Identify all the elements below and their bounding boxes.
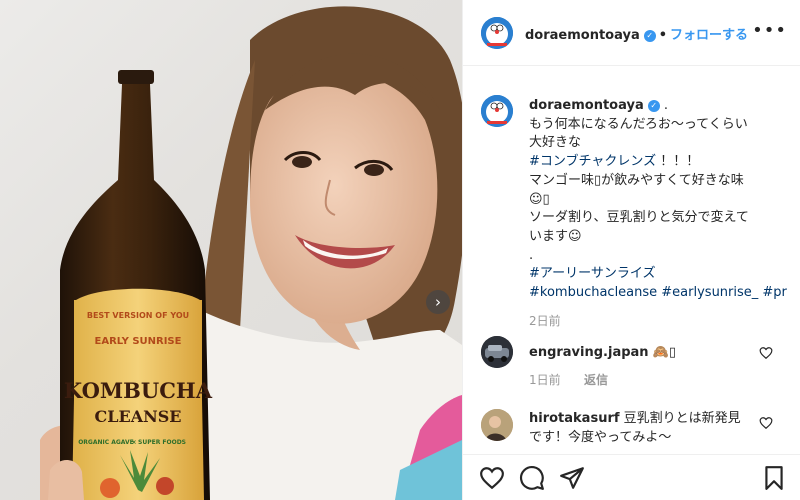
doraemon-avatar-icon xyxy=(481,95,513,127)
post-side-panel: doraemontoaya ✓ • フォローする ••• doraemontoaya ✓… xyxy=(462,0,800,500)
post-photo[interactable]: BEST VERSION OF YOU EARLY SUNRISE KOMBUC… xyxy=(0,0,462,500)
heart-icon[interactable] xyxy=(479,465,505,491)
hashtag-link[interactable]: #kombuchacleanse #earlysunrise_ #pr xyxy=(529,284,791,303)
follow-button[interactable]: フォローする xyxy=(670,28,748,43)
bottle-brand: EARLY SUNRISE xyxy=(95,336,182,347)
comment-text: です！今度やってみよ〜 xyxy=(529,430,672,445)
caption-line: もう何本になるんだろお〜ってくらい xyxy=(529,116,748,132)
more-options-icon[interactable]: ••• xyxy=(752,20,787,41)
bottle-sub-2: SUPER FOODS xyxy=(138,439,186,446)
instagram-post: BEST VERSION OF YOU EARLY SUNRISE KOMBUC… xyxy=(0,0,800,500)
header-username[interactable]: doraemontoaya xyxy=(525,28,640,43)
bottle-sub-1: ORGANIC AGAVE xyxy=(78,439,134,446)
caption-line: ソーダ割り、豆乳割りと気分で変えて xyxy=(529,210,749,226)
share-icon[interactable] xyxy=(559,465,585,491)
separator-dot: • xyxy=(658,28,668,43)
caption-line: 大好きな xyxy=(529,135,582,151)
bookmark-icon[interactable] xyxy=(761,465,787,491)
bottle-title-1: KOMBUCHA xyxy=(64,378,213,403)
avatar[interactable] xyxy=(481,17,513,49)
comment-text: 豆乳割りとは新発見 xyxy=(623,411,741,426)
hashtag-link[interactable]: #アーリーサンライズ xyxy=(529,265,791,284)
comments-list: doraemontoaya ✓ . もう何本になるんだろお〜ってくらい 大好きな … xyxy=(463,66,800,454)
like-comment-heart-icon[interactable] xyxy=(759,416,773,430)
next-photo-button[interactable]: › xyxy=(426,290,450,314)
comment-username[interactable]: hirotakasurf xyxy=(529,411,620,426)
verified-icon: ✓ xyxy=(643,30,656,42)
comment-avatar[interactable] xyxy=(481,409,513,441)
photo-illustration: BEST VERSION OF YOU EARLY SUNRISE KOMBUC… xyxy=(40,6,462,500)
caption-username[interactable]: doraemontoaya xyxy=(529,98,644,113)
doraemon-avatar-icon xyxy=(481,17,513,49)
like-comment-heart-icon[interactable] xyxy=(759,346,773,360)
verified-icon: ✓ xyxy=(647,100,660,112)
caption-line: . xyxy=(529,247,534,263)
hashtag-link[interactable]: #コンブチャクレンズ xyxy=(529,154,656,169)
bottle-sub-sep: × xyxy=(131,439,136,446)
comment-date: 1日前 xyxy=(529,373,561,387)
reply-button[interactable]: 返信 xyxy=(584,371,608,388)
post-header: doraemontoaya ✓ • フォローする ••• xyxy=(463,0,800,66)
caption-line: ☺︎▯ xyxy=(529,191,550,207)
caption-avatar[interactable] xyxy=(481,95,513,127)
caption-line-rest: ！！！ xyxy=(656,154,700,170)
caption-line: マンゴー味▯が飲みやすくて好きな味 xyxy=(529,172,744,188)
comment-text: 🙈▯ xyxy=(652,345,677,360)
comment: engraving.japan 🙈▯ xyxy=(529,343,759,362)
person-avatar-icon xyxy=(481,409,513,441)
bottle-title-2: CLEANSE xyxy=(95,407,182,426)
comment-username[interactable]: engraving.japan xyxy=(529,345,649,360)
comment-icon[interactable] xyxy=(519,465,545,491)
car-avatar-icon xyxy=(481,336,513,368)
caption-date: 2日前 xyxy=(529,314,561,328)
comment-avatar[interactable] xyxy=(481,336,513,368)
action-bar xyxy=(463,454,800,500)
bottle-arc-text: BEST VERSION OF YOU xyxy=(87,311,189,320)
caption-line: います☺︎ xyxy=(529,228,582,244)
header-user: doraemontoaya ✓ • フォローする xyxy=(525,24,748,43)
caption: doraemontoaya ✓ . もう何本になるんだろお〜ってくらい 大好きな … xyxy=(529,97,791,303)
comment: hirotakasurf 豆乳割りとは新発見 です！今度やってみよ〜 xyxy=(529,409,759,447)
